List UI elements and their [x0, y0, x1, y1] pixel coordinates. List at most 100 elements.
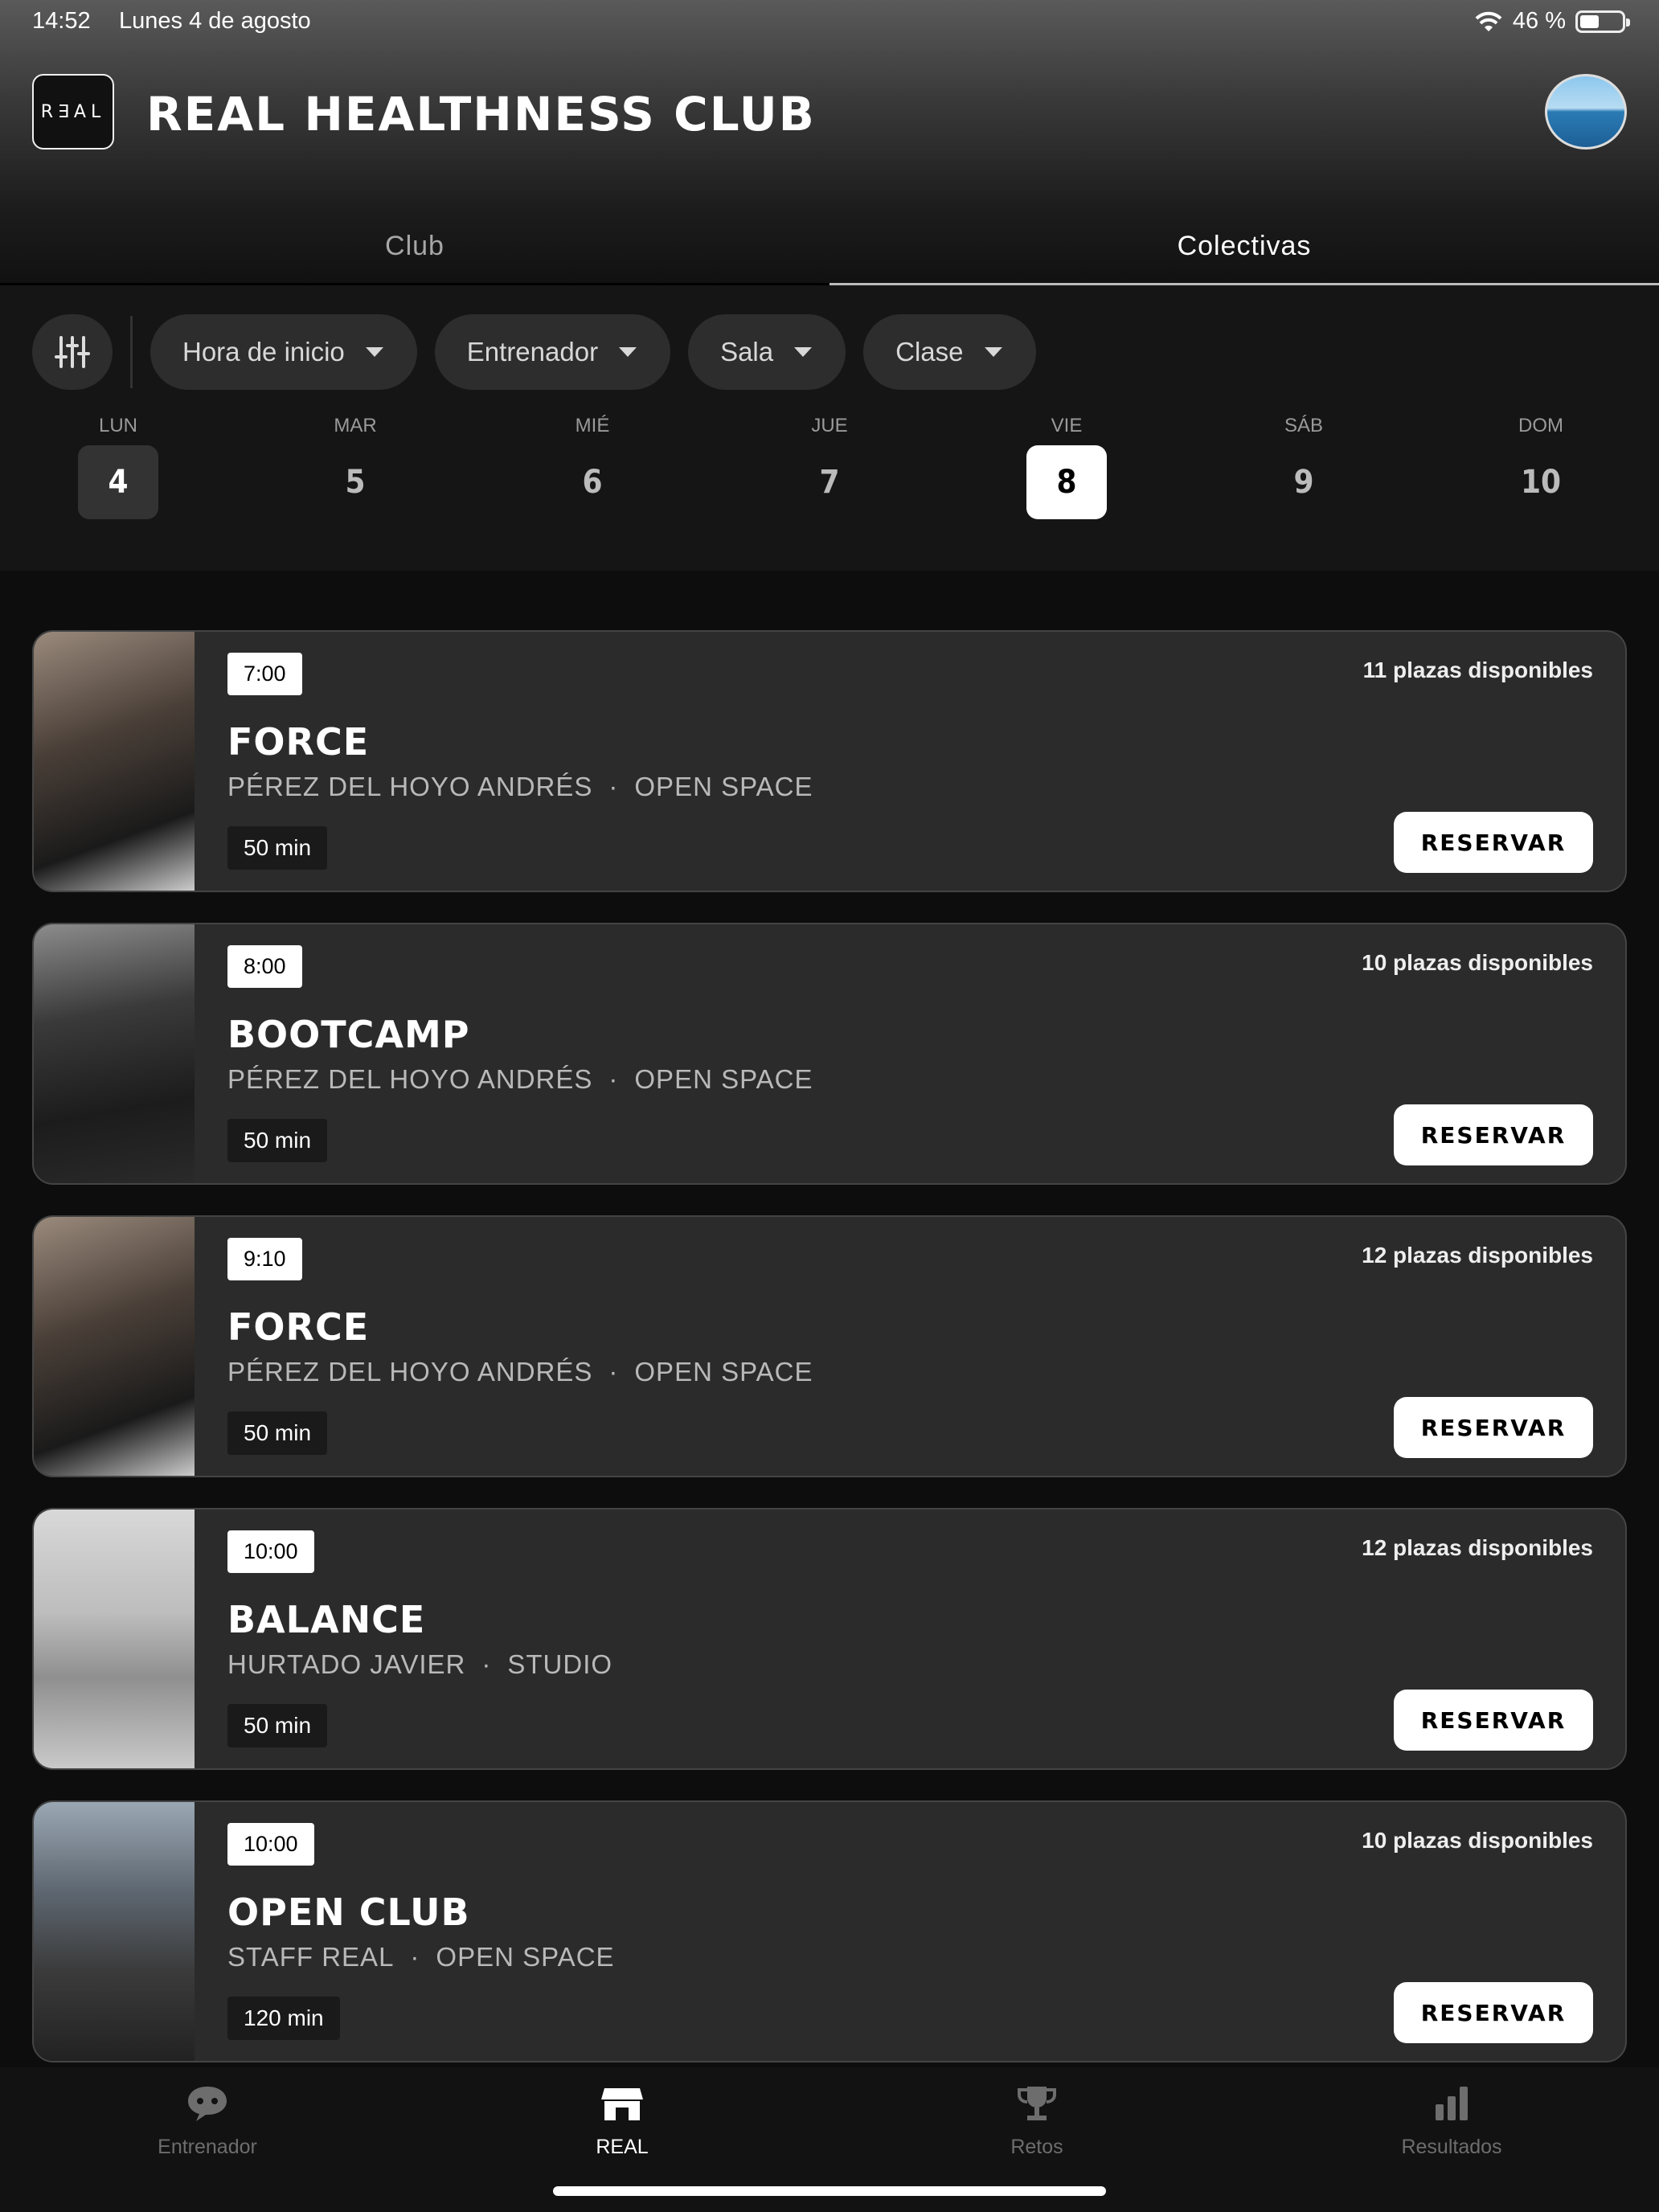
- day-name: SÁB: [1284, 415, 1324, 436]
- class-thumbnail: [34, 1217, 195, 1476]
- class-list: 7:00 11 plazas disponibles FORCE PÉREZ D…: [32, 630, 1627, 2093]
- chat-bubble-icon: [188, 2087, 227, 2121]
- tab-colectivas[interactable]: Colectivas: [830, 209, 1659, 285]
- class-time: 9:10: [227, 1238, 302, 1280]
- meta-separator: ·: [608, 772, 619, 801]
- status-time: 14:52: [32, 8, 91, 34]
- day-number: 5: [345, 464, 366, 501]
- day-sun[interactable]: DOM 10: [1501, 410, 1581, 519]
- battery-icon: [1575, 10, 1630, 33]
- tabbar-resultados[interactable]: Resultados: [1331, 2083, 1572, 2159]
- tab-club[interactable]: Club: [0, 209, 830, 285]
- class-duration: 50 min: [227, 1704, 328, 1747]
- filter-divider: [130, 316, 133, 388]
- class-trainer: HURTADO JAVIER: [227, 1649, 466, 1679]
- day-name: MIÉ: [575, 415, 610, 436]
- chevron-down-icon: [365, 347, 383, 357]
- filter-start-time-label: Hora de inicio: [182, 337, 345, 367]
- day-name: LUN: [98, 415, 137, 436]
- filter-settings-button[interactable]: [32, 314, 113, 390]
- filters-panel: Hora de inicio Entrenador Sala Clase LUN…: [0, 285, 1659, 571]
- club-logo: R∃AL: [32, 74, 114, 150]
- main-tabs: Club Colectivas: [0, 209, 1659, 285]
- tabbar-entrenador[interactable]: Entrenador: [87, 2083, 328, 2159]
- tabbar-label: REAL: [596, 2136, 649, 2158]
- page-title: REAL HEALTHNESS CLUB: [146, 87, 816, 141]
- available-places: 10 plazas disponibles: [1362, 1828, 1593, 1853]
- class-name: FORCE: [227, 720, 370, 764]
- tabbar-label: Resultados: [1401, 2136, 1502, 2158]
- day-name: DOM: [1518, 415, 1563, 436]
- filter-class[interactable]: Clase: [863, 314, 1036, 390]
- class-meta: STAFF REAL · OPEN SPACE: [227, 1942, 615, 1972]
- class-room: OPEN SPACE: [436, 1942, 615, 1972]
- class-thumbnail: [34, 1509, 195, 1768]
- chevron-down-icon: [984, 347, 1002, 357]
- filter-trainer-label: Entrenador: [466, 337, 599, 367]
- trophy-icon: [1018, 2087, 1056, 2120]
- day-sat[interactable]: SÁB 9: [1264, 410, 1344, 519]
- class-meta: PÉREZ DEL HOYO ANDRÉS · OPEN SPACE: [227, 1064, 813, 1095]
- week-day-selector: LUN 4 MAR 5 MIÉ 6 JUE 7 VIE 8 SÁB 9 DOM …: [0, 410, 1659, 539]
- day-name: MAR: [334, 415, 377, 436]
- day-number: 4: [78, 445, 158, 519]
- bar-chart-icon: [1436, 2087, 1468, 2120]
- reserve-button[interactable]: RESERVAR: [1394, 812, 1593, 873]
- available-places: 12 plazas disponibles: [1362, 1243, 1593, 1268]
- class-card[interactable]: 10:00 10 plazas disponibles OPEN CLUB ST…: [32, 1800, 1627, 2062]
- class-name: BOOTCAMP: [227, 1013, 470, 1056]
- filter-start-time[interactable]: Hora de inicio: [150, 314, 417, 390]
- day-wed[interactable]: MIÉ 6: [552, 410, 633, 519]
- day-tue[interactable]: MAR 5: [315, 410, 395, 519]
- day-number: 10: [1520, 464, 1562, 501]
- class-time: 7:00: [227, 653, 302, 695]
- meta-separator: ·: [410, 1942, 420, 1972]
- class-room: OPEN SPACE: [634, 1357, 813, 1387]
- class-room: OPEN SPACE: [634, 1064, 813, 1094]
- filter-room-label: Sala: [720, 337, 774, 367]
- reserve-button[interactable]: RESERVAR: [1394, 1982, 1593, 2043]
- reserve-button[interactable]: RESERVAR: [1394, 1397, 1593, 1458]
- tabbar-retos[interactable]: Retos: [916, 2083, 1157, 2159]
- profile-avatar[interactable]: [1545, 74, 1627, 150]
- battery-percent: 46 %: [1512, 8, 1566, 34]
- class-meta: HURTADO JAVIER · STUDIO: [227, 1649, 612, 1680]
- day-fri[interactable]: VIE 8: [1026, 410, 1107, 519]
- class-name: BALANCE: [227, 1598, 426, 1641]
- available-places: 10 plazas disponibles: [1362, 950, 1593, 975]
- available-places: 12 plazas disponibles: [1362, 1535, 1593, 1560]
- day-thu[interactable]: JUE 7: [789, 410, 870, 519]
- class-meta: PÉREZ DEL HOYO ANDRÉS · OPEN SPACE: [227, 1357, 813, 1387]
- filter-trainer[interactable]: Entrenador: [434, 314, 671, 390]
- class-name: FORCE: [227, 1305, 370, 1349]
- reserve-button[interactable]: RESERVAR: [1394, 1690, 1593, 1751]
- filter-room[interactable]: Sala: [688, 314, 846, 390]
- class-duration: 120 min: [227, 1997, 340, 2040]
- class-room: STUDIO: [507, 1649, 613, 1679]
- day-number: 9: [1293, 464, 1314, 501]
- status-bar: 14:52 Lunes 4 de agosto 46 %: [0, 0, 1659, 45]
- class-trainer: PÉREZ DEL HOYO ANDRÉS: [227, 772, 593, 801]
- reserve-button[interactable]: RESERVAR: [1394, 1104, 1593, 1165]
- meta-separator: ·: [481, 1649, 492, 1679]
- class-thumbnail: [34, 924, 195, 1183]
- class-time: 10:00: [227, 1823, 314, 1866]
- meta-separator: ·: [608, 1064, 619, 1094]
- class-trainer: PÉREZ DEL HOYO ANDRÉS: [227, 1357, 593, 1387]
- tabbar-real[interactable]: REAL: [502, 2083, 743, 2159]
- class-trainer: PÉREZ DEL HOYO ANDRÉS: [227, 1064, 593, 1094]
- day-name: VIE: [1051, 415, 1083, 436]
- day-mon[interactable]: LUN 4: [78, 410, 158, 519]
- class-time: 8:00: [227, 945, 302, 988]
- class-trainer: STAFF REAL: [227, 1942, 395, 1972]
- filter-class-label: Clase: [895, 337, 964, 367]
- wifi-icon: [1475, 11, 1502, 31]
- class-card[interactable]: 9:10 12 plazas disponibles FORCE PÉREZ D…: [32, 1215, 1627, 1477]
- day-number: 8: [1026, 445, 1107, 519]
- class-card[interactable]: 10:00 12 plazas disponibles BALANCE HURT…: [32, 1508, 1627, 1770]
- tabbar-label: Entrenador: [158, 2136, 257, 2158]
- class-time: 10:00: [227, 1530, 314, 1573]
- class-card[interactable]: 8:00 10 plazas disponibles BOOTCAMP PÉRE…: [32, 923, 1627, 1185]
- class-card[interactable]: 7:00 11 plazas disponibles FORCE PÉREZ D…: [32, 630, 1627, 892]
- class-meta: PÉREZ DEL HOYO ANDRÉS · OPEN SPACE: [227, 772, 813, 802]
